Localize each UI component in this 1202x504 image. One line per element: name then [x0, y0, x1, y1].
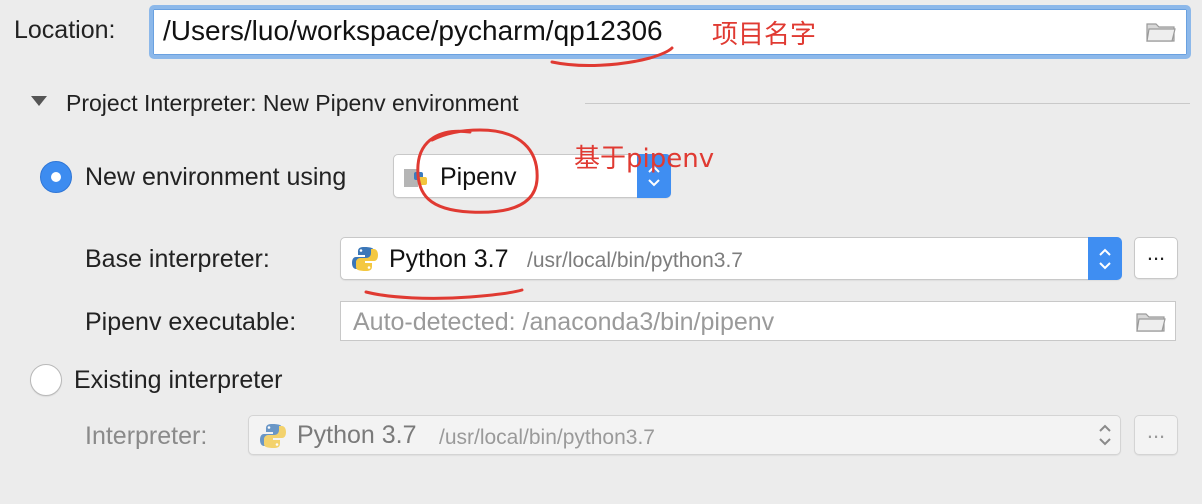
stepper-icon[interactable]: [1088, 237, 1122, 280]
location-value[interactable]: /Users/luo/workspace/pycharm/qp12306: [163, 15, 663, 47]
folder-icon[interactable]: [1136, 310, 1166, 337]
interpreter-label: Interpreter:: [85, 422, 208, 450]
python-icon: [351, 245, 379, 278]
existing-interpreter-radio[interactable]: [30, 364, 62, 396]
base-interpreter-name: Python 3.7: [389, 245, 509, 273]
location-annotation: 项目名字: [712, 20, 817, 50]
interpreter-browse-button[interactable]: ...: [1134, 415, 1178, 455]
location-label: Location:: [14, 16, 116, 44]
interpreter-path: /usr/local/bin/python3.7: [439, 426, 655, 449]
python-icon: [259, 422, 287, 455]
interpreter-select[interactable]: Python 3.7 /usr/local/bin/python3.7: [248, 415, 1121, 455]
base-interpreter-path: /usr/local/bin/python3.7: [527, 249, 743, 272]
pipenv-executable-placeholder: Auto-detected: /anaconda3/bin/pipenv: [353, 308, 775, 336]
python-underline: [364, 288, 524, 300]
section-divider: [585, 103, 1190, 104]
pipenv-annotation: 基于pipenv: [574, 144, 715, 174]
base-interpreter-browse-button[interactable]: ...: [1134, 237, 1178, 279]
disclosure-triangle-icon[interactable]: [31, 96, 47, 106]
interpreter-name: Python 3.7: [297, 421, 417, 449]
base-interpreter-label: Base interpreter:: [85, 245, 270, 273]
pipenv-executable-label: Pipenv executable:: [85, 308, 297, 336]
new-environment-label[interactable]: New environment using: [85, 163, 346, 192]
stepper-icon[interactable]: [1087, 415, 1121, 455]
folder-icon[interactable]: [1146, 20, 1176, 47]
existing-interpreter-label[interactable]: Existing interpreter: [74, 366, 282, 395]
base-interpreter-select[interactable]: Python 3.7 /usr/local/bin/python3.7: [340, 237, 1122, 280]
environment-tool-value: Pipenv: [440, 163, 517, 191]
pipenv-executable-input[interactable]: Auto-detected: /anaconda3/bin/pipenv: [340, 301, 1176, 341]
section-title[interactable]: Project Interpreter: New Pipenv environm…: [66, 90, 519, 117]
pipenv-icon: [404, 166, 432, 195]
new-environment-radio[interactable]: [40, 161, 72, 193]
